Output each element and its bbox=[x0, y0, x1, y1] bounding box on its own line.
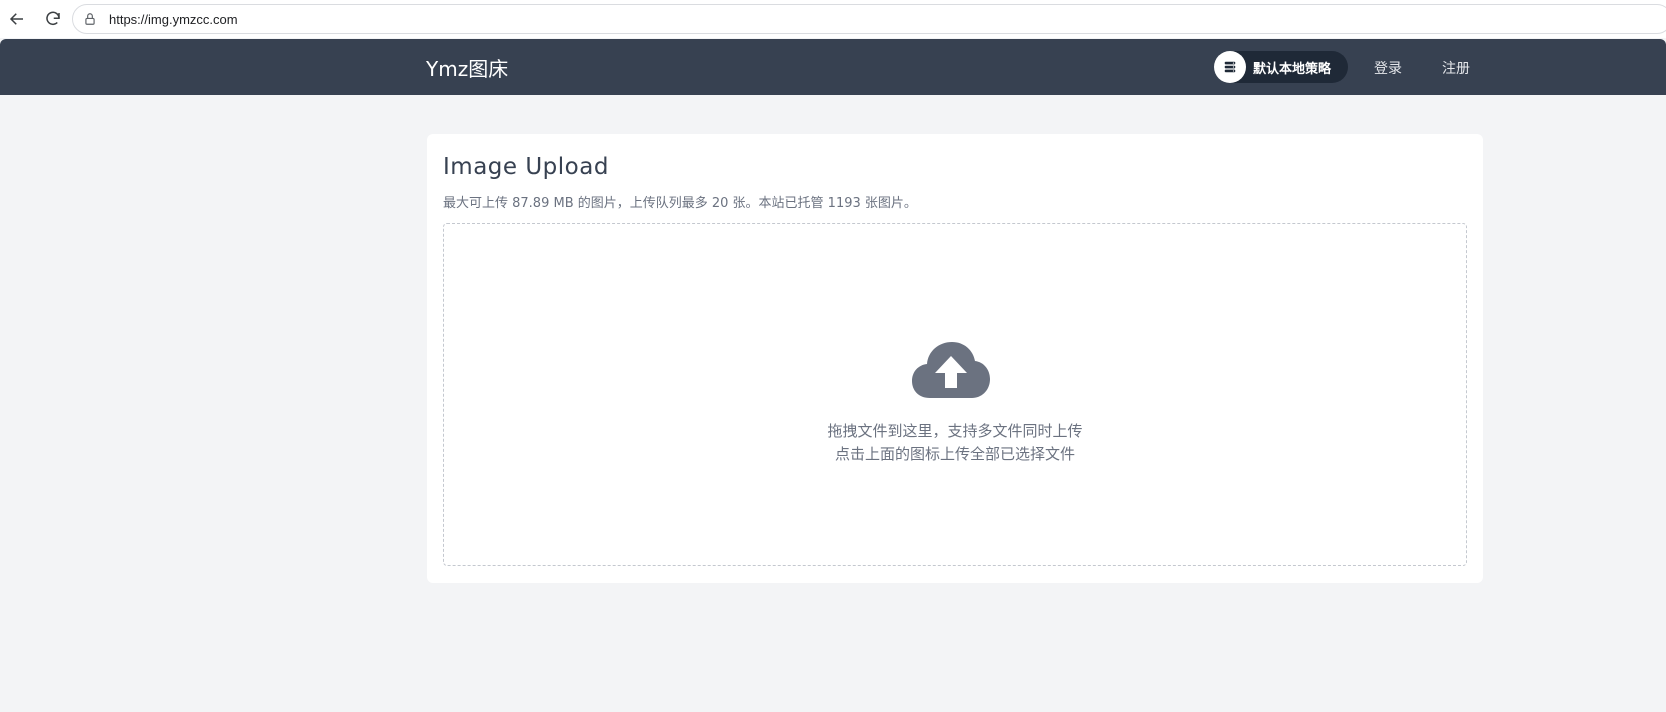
arrow-left-icon bbox=[9, 13, 23, 25]
login-link[interactable]: 登录 bbox=[1374, 58, 1402, 78]
drop-hint-primary: 拖拽文件到这里，支持多文件同时上传 bbox=[827, 422, 1083, 440]
strategy-selector[interactable]: 默认本地策略 bbox=[1214, 51, 1348, 83]
register-link[interactable]: 注册 bbox=[1442, 58, 1470, 78]
upload-info: 最大可上传 87.89 MB 的图片，上传队列最多 20 张。本站已托管 119… bbox=[443, 196, 917, 211]
upload-card: Image Upload 最大可上传 87.89 MB 的图片，上传队列最多 2… bbox=[427, 134, 1483, 583]
page-title: Image Upload bbox=[443, 154, 609, 180]
site-brand[interactable]: Ymz图床 bbox=[426, 53, 508, 82]
drop-hint-secondary: 点击上面的图标上传全部已选择文件 bbox=[834, 445, 1075, 463]
lock-icon bbox=[83, 11, 99, 27]
cloud-upload-icon[interactable] bbox=[912, 342, 990, 400]
back-button[interactable] bbox=[4, 6, 30, 32]
reload-icon bbox=[46, 11, 60, 26]
reload-button[interactable] bbox=[40, 6, 66, 32]
site-header: Ymz图床 默认本地策略 登录 注册 bbox=[0, 39, 1666, 95]
browser-toolbar: https://img.ymzcc.com bbox=[0, 0, 1666, 38]
upload-dropzone[interactable]: 拖拽文件到这里，支持多文件同时上传 点击上面的图标上传全部已选择文件 bbox=[443, 223, 1467, 566]
strategy-label: 默认本地策略 bbox=[1253, 61, 1332, 77]
address-bar[interactable]: https://img.ymzcc.com bbox=[72, 4, 1666, 34]
server-icon bbox=[1214, 51, 1246, 83]
url-text: https://img.ymzcc.com bbox=[109, 11, 238, 27]
